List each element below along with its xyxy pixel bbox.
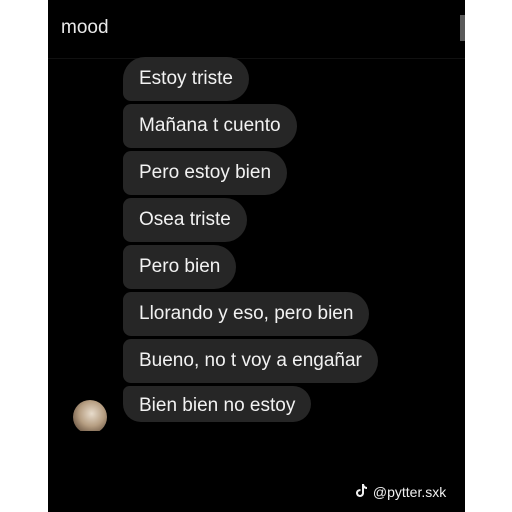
tiktok-watermark: @pytter.sxk <box>355 484 446 500</box>
message-bubble[interactable]: Llorando y eso, pero bien <box>123 292 370 336</box>
tiktok-icon <box>355 484 371 500</box>
scrollbar[interactable] <box>460 15 465 41</box>
watermark-handle: @pytter.sxk <box>372 484 447 500</box>
message-bubble[interactable]: Bueno, no t voy a engañar <box>123 339 378 383</box>
message-bubble[interactable]: Bien bien no estoy <box>123 386 312 422</box>
avatar[interactable] <box>73 400 107 434</box>
message-list: Estoy triste Mañana t cuento Pero estoy … <box>123 57 378 422</box>
chat-title: mood <box>61 17 109 38</box>
message-bubble[interactable]: Osea triste <box>123 198 247 242</box>
message-bubble[interactable]: Mañana t cuento <box>123 104 297 148</box>
message-bubble[interactable]: Pero bien <box>123 245 237 289</box>
message-bubble[interactable]: Pero estoy bien <box>123 151 288 195</box>
message-bubble[interactable]: Estoy triste <box>123 57 249 101</box>
video-frame: mood Estoy triste Mañana t cuento Pero e… <box>48 0 465 512</box>
crop-edge <box>48 431 465 437</box>
